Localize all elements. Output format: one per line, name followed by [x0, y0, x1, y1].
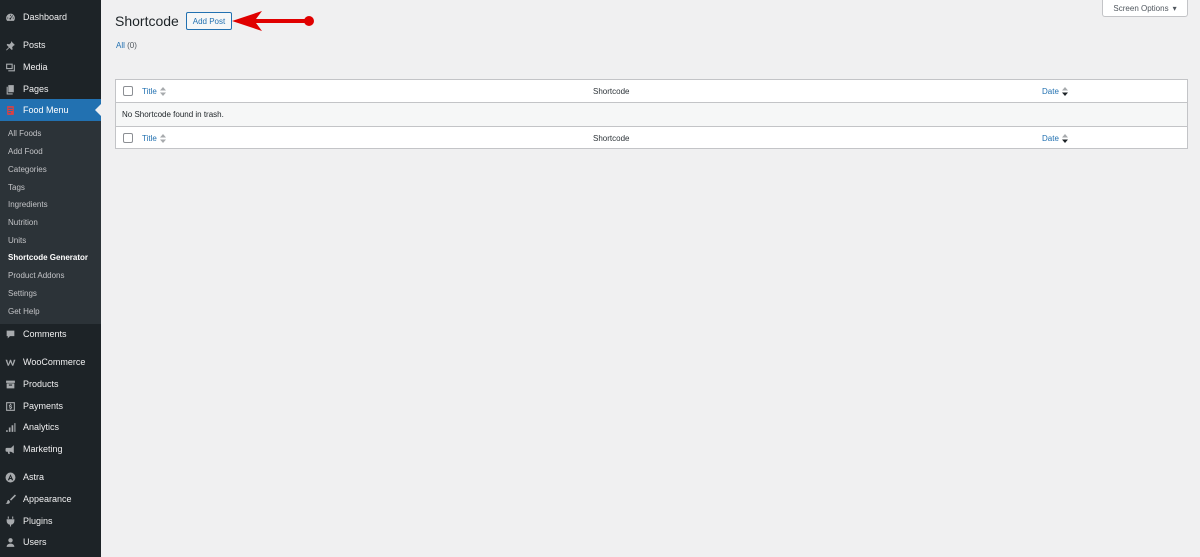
- plugin-icon: [5, 516, 16, 527]
- column-shortcode-label: Shortcode: [593, 86, 630, 96]
- dollar-icon: [5, 401, 16, 412]
- submenu-settings[interactable]: Settings: [8, 289, 37, 298]
- menu-item-media[interactable]: Media: [0, 56, 101, 78]
- submenu-tags[interactable]: Tags: [8, 183, 25, 192]
- table-empty-row: No Shortcode found in trash.: [116, 103, 1187, 126]
- menu-label: Users: [23, 537, 47, 547]
- sort-arrows-icon: [1061, 133, 1068, 143]
- menu-label: Analytics: [23, 422, 60, 432]
- column-title-label: Title: [142, 86, 157, 96]
- menu-item-food-menu[interactable]: Food Menu: [0, 99, 101, 121]
- menu-label: Posts: [23, 40, 46, 50]
- menu-item-plugins[interactable]: Plugins: [0, 510, 101, 532]
- menu-item-products[interactable]: Products: [0, 373, 101, 395]
- column-title-sort[interactable]: Title: [142, 86, 166, 96]
- menu-item-woocommerce[interactable]: WooCommerce: [0, 351, 101, 373]
- column-shortcode-label: Shortcode: [593, 133, 630, 143]
- menu-item-pages[interactable]: Pages: [0, 78, 101, 100]
- table-footer-row: Title Shortcode Date: [116, 126, 1187, 149]
- admin-sidebar: Dashboard Posts Media Pages Food Menu Al…: [0, 0, 101, 557]
- menu-label: Marketing: [23, 444, 63, 454]
- astra-icon: [5, 472, 16, 483]
- submenu-all-foods[interactable]: All Foods: [8, 129, 41, 138]
- submenu-get-help[interactable]: Get Help: [8, 307, 40, 316]
- bar-chart-icon: [5, 422, 16, 433]
- menu-label: Pages: [23, 84, 49, 94]
- menu-item-comments[interactable]: Comments: [0, 323, 101, 345]
- pages-icon: [5, 84, 16, 95]
- menu-label: Plugins: [23, 516, 53, 526]
- select-all-checkbox-footer[interactable]: [123, 133, 133, 143]
- menu-label: Media: [23, 62, 48, 72]
- sort-arrows-icon: [159, 86, 166, 96]
- menu-item-users[interactable]: Users: [0, 531, 101, 553]
- status-filter: All (0): [116, 41, 137, 50]
- submenu-nutrition[interactable]: Nutrition: [8, 218, 38, 227]
- woocommerce-icon: [5, 357, 16, 368]
- submenu-add-food[interactable]: Add Food: [8, 147, 43, 156]
- menu-item-astra[interactable]: Astra: [0, 466, 101, 488]
- submenu-ingredients[interactable]: Ingredients: [8, 200, 48, 209]
- select-all-checkbox[interactable]: [123, 86, 133, 96]
- column-title-label: Title: [142, 133, 157, 143]
- column-title-sort-footer[interactable]: Title: [142, 133, 166, 143]
- column-date-sort-footer[interactable]: Date: [1042, 133, 1068, 143]
- caret-down-icon: ▾: [1172, 3, 1177, 13]
- menu-label: WooCommerce: [23, 357, 86, 367]
- megaphone-icon: [5, 444, 16, 455]
- menu-item-posts[interactable]: Posts: [0, 34, 101, 56]
- pin-icon: [5, 40, 16, 51]
- menu-item-marketing[interactable]: Marketing: [0, 438, 101, 460]
- submenu-categories[interactable]: Categories: [8, 165, 47, 174]
- menu-label: Astra: [23, 472, 45, 482]
- empty-message: No Shortcode found in trash.: [122, 110, 224, 119]
- menu-item-appearance[interactable]: Appearance: [0, 488, 101, 510]
- screen-options-button[interactable]: Screen Options ▾: [1102, 0, 1188, 17]
- posts-table: Title Shortcode Date No Shortcode found …: [115, 79, 1188, 149]
- column-date-sort[interactable]: Date: [1042, 86, 1068, 96]
- menu-label: Appearance: [23, 494, 72, 504]
- menu-label: Food Menu: [23, 105, 69, 115]
- submenu-units[interactable]: Units: [8, 236, 26, 245]
- brush-icon: [5, 494, 16, 505]
- submenu-shortcode-generator[interactable]: Shortcode Generator: [8, 253, 88, 262]
- menu-label: Dashboard: [23, 12, 68, 22]
- menu-label: Comments: [23, 329, 67, 339]
- menu-item-dashboard[interactable]: Dashboard: [0, 6, 101, 28]
- sort-arrows-icon: [159, 133, 166, 143]
- sort-arrows-icon: [1061, 86, 1068, 96]
- annotation-arrow-icon: [232, 11, 314, 31]
- column-date-label: Date: [1042, 86, 1059, 96]
- menu-item-payments[interactable]: Payments: [0, 395, 101, 417]
- comment-icon: [5, 329, 16, 340]
- menu-label: Payments: [23, 401, 64, 411]
- user-icon: [5, 537, 16, 548]
- dashboard-icon: [5, 12, 16, 23]
- archive-icon: [5, 379, 16, 390]
- table-header-row: Title Shortcode Date: [116, 80, 1187, 103]
- food-menu-icon: [5, 105, 16, 116]
- media-icon: [5, 62, 16, 73]
- add-post-button[interactable]: Add Post: [186, 12, 232, 30]
- filter-all-link[interactable]: All: [116, 41, 125, 50]
- filter-all-count: (0): [127, 41, 137, 50]
- screen-options-label: Screen Options: [1113, 3, 1169, 13]
- column-date-label: Date: [1042, 133, 1059, 143]
- menu-item-analytics[interactable]: Analytics: [0, 416, 101, 438]
- menu-label: Products: [23, 379, 59, 389]
- food-menu-submenu: All Foods Add Food Categories Tags Ingre…: [0, 121, 101, 324]
- submenu-product-addons[interactable]: Product Addons: [8, 271, 64, 280]
- page-title: Shortcode: [115, 13, 179, 29]
